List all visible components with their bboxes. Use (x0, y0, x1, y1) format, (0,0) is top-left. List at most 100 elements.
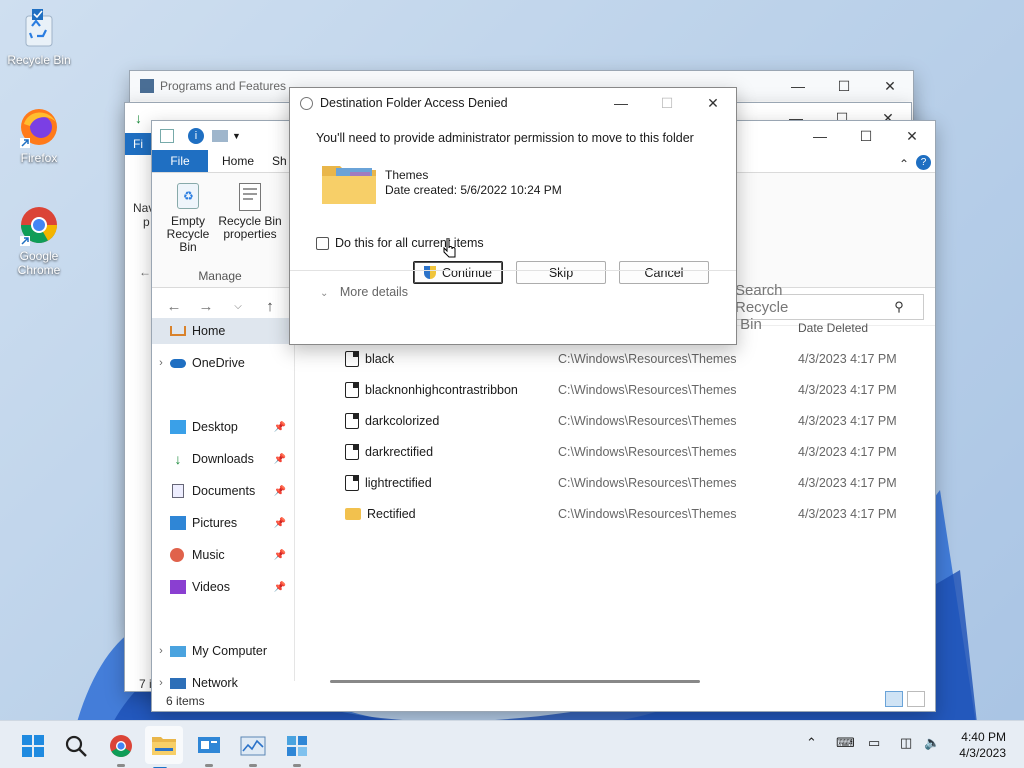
recent-locations-button[interactable]: ⌵ (222, 301, 254, 312)
volume-icon[interactable]: 🔈 (924, 735, 940, 751)
back-arrow-icon[interactable]: ← (139, 265, 151, 279)
uac-shield-icon (423, 266, 436, 279)
nav-pane: Home › OneDrive Desktop 📌 ↓ Downloads 📌 … (152, 313, 295, 690)
search-button[interactable] (61, 731, 91, 761)
large-icons-view-button[interactable] (907, 691, 925, 707)
clock-icon (300, 96, 313, 110)
maximize-button[interactable]: ☐ (843, 121, 889, 151)
downloads-icon: ↓ (174, 451, 182, 467)
pin-icon[interactable]: 📌 (274, 582, 286, 593)
continue-button[interactable]: Continue (413, 261, 503, 284)
ribbon-label: Empty Recycle Bin (166, 214, 210, 254)
help-icon[interactable]: ? (916, 155, 931, 170)
row-location: C:\Windows\Resources\Themes (558, 414, 737, 428)
tab-share[interactable]: Sh (268, 150, 291, 172)
tab-home[interactable]: Home (208, 150, 268, 172)
windows-logo-icon (22, 735, 44, 757)
display-icon[interactable]: ▭ (868, 735, 880, 751)
taskbar-chrome[interactable] (106, 731, 136, 767)
expand-chevron-icon[interactable]: › (152, 357, 170, 369)
desktop-icon-firefox[interactable]: Firefox (1, 106, 77, 165)
sidebar-item-label: Music (192, 548, 225, 562)
details-view-button[interactable] (885, 691, 903, 707)
checkbox-box[interactable] (316, 236, 329, 250)
close-button[interactable]: ✕ (889, 121, 935, 151)
sidebar-item-network[interactable]: › Network (152, 670, 290, 696)
minimize-button[interactable]: — (598, 88, 644, 118)
horizontal-scrollbar[interactable] (330, 680, 700, 683)
sidebar-item-music[interactable]: Music 📌 (152, 542, 290, 568)
dialog-message: You'll need to provide administrator per… (316, 131, 694, 145)
properties-icon[interactable]: i (188, 128, 204, 144)
table-row[interactable]: darkrectified C:\Windows\Resources\Themes… (302, 439, 922, 465)
pin-icon[interactable]: 📌 (274, 454, 286, 465)
skip-button[interactable]: Skip (516, 261, 606, 284)
window-title: Programs and Features (160, 79, 287, 93)
sidebar-item-my-computer[interactable]: › My Computer (152, 638, 290, 664)
new-folder-icon[interactable] (212, 130, 228, 142)
taskbar-resource-monitor[interactable] (238, 731, 268, 767)
network-tray-icon[interactable]: ◫ (900, 735, 912, 751)
keyboard-icon[interactable]: ⌨ (836, 735, 855, 751)
maximize-button[interactable]: ☐ (821, 71, 867, 101)
taskbar-file-explorer[interactable] (145, 726, 183, 768)
sidebar-item-videos[interactable]: Videos 📌 (152, 574, 290, 600)
onedrive-icon (170, 358, 186, 368)
sidebar-item-label: Downloads (192, 452, 254, 466)
row-name: black (345, 351, 394, 367)
recycle-bin-properties-button[interactable]: Recycle Bin properties (218, 183, 282, 241)
close-button[interactable]: ✕ (867, 71, 913, 101)
dialog-separator (290, 270, 736, 271)
desktop-icon-recycle-bin[interactable]: Recycle Bin (1, 8, 77, 67)
minimize-button[interactable]: — (775, 71, 821, 101)
sidebar-item-downloads[interactable]: ↓ Downloads 📌 (152, 446, 290, 472)
pin-icon[interactable]: 📌 (274, 518, 286, 529)
access-denied-dialog[interactable]: Destination Folder Access Denied — ☐ ✕ Y… (289, 87, 737, 345)
expand-chevron-icon[interactable]: › (152, 677, 170, 689)
sidebar-item-pictures[interactable]: Pictures 📌 (152, 510, 290, 536)
close-button[interactable]: ✕ (690, 88, 736, 118)
empty-recycle-bin-button[interactable]: ♻ Empty Recycle Bin (158, 183, 218, 254)
sidebar-item-label: My Computer (192, 644, 268, 658)
sidebar-item-onedrive[interactable]: › OneDrive (152, 350, 290, 376)
desktop-icon-label: Firefox (20, 151, 58, 165)
recycle-bin-icon (18, 8, 60, 50)
mouse-cursor (443, 238, 456, 258)
desktop-icon-google-chrome[interactable]: Google Chrome (1, 204, 77, 277)
sidebar-item-label: Documents (192, 484, 256, 498)
taskbar-control-panel[interactable] (194, 731, 224, 767)
programs-features-icon (140, 79, 154, 93)
expand-chevron-icon[interactable]: › (152, 645, 170, 657)
column-header-date-deleted[interactable]: Date Deleted (798, 321, 868, 335)
chevron-down-icon: ⌄ (320, 288, 329, 299)
pin-icon[interactable]: 📌 (274, 422, 286, 433)
folder-icon (320, 160, 376, 204)
customize-toolbar-icon[interactable]: ▼ (232, 131, 241, 141)
collapse-ribbon-icon[interactable]: ⌃ (899, 157, 909, 171)
sidebar-item-label: Network (192, 676, 238, 690)
table-row[interactable]: black C:\Windows\Resources\Themes 4/3/2023… (302, 346, 922, 372)
chrome-icon (110, 735, 132, 757)
clock[interactable]: 4:40 PM 4/3/2023 (959, 729, 1006, 761)
show-hidden-icons-chevron[interactable]: ⌃ (806, 735, 817, 751)
tab-file[interactable]: File (152, 150, 208, 172)
sidebar-item-desktop[interactable]: Desktop 📌 (152, 414, 290, 440)
desktop-icon-label: Google Chrome (17, 249, 61, 277)
pin-icon[interactable]: 📌 (274, 486, 286, 497)
sidebar-item-home[interactable]: Home (152, 318, 290, 344)
minimize-button[interactable]: — (797, 121, 843, 151)
table-row[interactable]: lightrectified C:\Windows\Resources\Theme… (302, 470, 922, 496)
table-row[interactable]: blacknonhighcontrastribbon C:\Windows\Res… (302, 377, 922, 403)
more-details-toggle[interactable]: ⌄ More details (320, 285, 408, 299)
cancel-button[interactable]: Cancel (619, 261, 709, 284)
row-date-deleted: 4/3/2023 4:17 PM (798, 476, 897, 490)
apply-to-all-checkbox[interactable]: Do this for all current items (316, 236, 484, 250)
sidebar-item-documents[interactable]: Documents 📌 (152, 478, 290, 504)
table-row[interactable]: darkcolorized C:\Windows\Resources\Themes… (302, 408, 922, 434)
taskbar-settings-app[interactable] (282, 731, 312, 767)
start-button[interactable] (18, 731, 48, 761)
view-toggle (885, 691, 925, 707)
pin-icon[interactable]: 📌 (274, 550, 286, 561)
row-name-text: darkrectified (365, 445, 434, 459)
table-row[interactable]: Rectified C:\Windows\Resources\Themes 4/3/… (302, 501, 922, 527)
